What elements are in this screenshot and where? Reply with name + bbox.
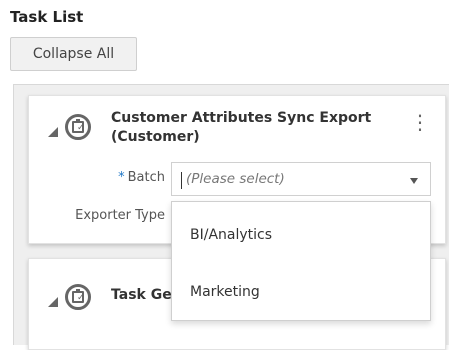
dropdown-option[interactable]: Marketing xyxy=(190,284,260,300)
collapse-triangle-icon[interactable] xyxy=(48,127,58,137)
required-star: * xyxy=(118,170,125,185)
chevron-down-icon[interactable] xyxy=(410,178,418,184)
batch-placeholder: (Please select) xyxy=(186,171,285,187)
exporter-type-label: Exporter Type xyxy=(75,208,165,223)
task-clipboard-icon: ✓ xyxy=(65,114,91,140)
text-cursor xyxy=(181,172,182,189)
collapse-all-button[interactable]: Collapse All xyxy=(10,37,137,71)
more-vert-icon[interactable]: ⋮ xyxy=(410,112,430,132)
dropdown-option[interactable]: BI/Analytics xyxy=(190,227,272,243)
task-card-title: Task Ge xyxy=(111,287,172,303)
batch-select[interactable]: (Please select) xyxy=(171,162,431,196)
batch-dropdown-menu: BI/Analytics Marketing xyxy=(171,201,431,321)
collapse-triangle-icon[interactable] xyxy=(48,297,58,307)
task-card-title: Customer Attributes Sync Export (Custome… xyxy=(111,110,372,145)
batch-label-text: Batch xyxy=(127,170,165,185)
page-title: Task List xyxy=(10,8,84,26)
batch-label: * Batch xyxy=(60,170,165,185)
task-clipboard-icon: ✓ xyxy=(65,284,91,310)
